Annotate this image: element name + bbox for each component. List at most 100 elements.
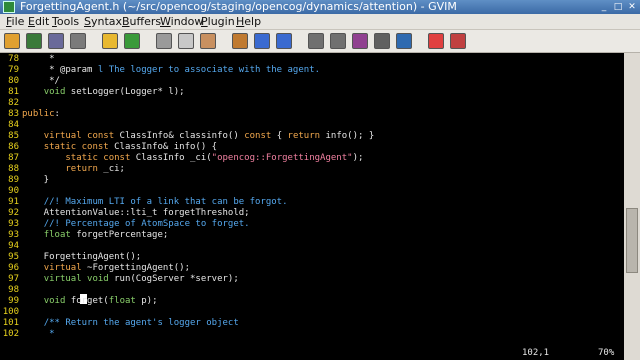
code-token: float [108, 296, 136, 306]
line-number: 95 [8, 252, 19, 262]
line-number: 82 [8, 98, 19, 108]
code-token: run(CogServer *server); [108, 274, 239, 284]
code-token: //! Percentage of AtomSpace to forget. [43, 219, 250, 229]
menu-syntax[interactable]: Syntax [84, 14, 122, 29]
code-text: * [22, 54, 60, 65]
code-token: ); [352, 153, 364, 163]
help-icon[interactable] [428, 33, 444, 49]
menu-help[interactable]: Help [236, 14, 261, 29]
redo-icon[interactable] [124, 33, 140, 49]
line-number: 97 [8, 274, 19, 284]
line-number: 99 [8, 296, 19, 306]
menu-edit[interactable]: Edit [28, 14, 49, 29]
code-token: static const [65, 153, 131, 163]
scrollbar-thumb[interactable] [626, 208, 638, 273]
code-text: return _ci; [22, 164, 125, 175]
code-text: void forget(float p); [22, 296, 158, 307]
toolbar [0, 30, 640, 53]
back-icon[interactable] [276, 33, 292, 49]
minimize-button[interactable]: _ [598, 1, 610, 13]
code-token: * [22, 54, 60, 64]
code-text: float forgetPercentage; [22, 230, 169, 241]
status-line: 102,1 70% [0, 346, 624, 360]
line-number: 100 [2, 307, 19, 317]
copy-icon[interactable] [178, 33, 194, 49]
open-icon[interactable] [4, 33, 20, 49]
code-token: return [287, 131, 321, 141]
undo-icon[interactable] [102, 33, 118, 49]
line-number: 83 [8, 109, 19, 119]
build-tags-icon[interactable] [352, 33, 368, 49]
load-session-icon[interactable] [232, 33, 248, 49]
code-token: */ [22, 76, 60, 86]
code-token: public [22, 109, 55, 119]
code-text: virtual const ClassInfo& classinfo() con… [22, 131, 375, 142]
code-text: //! Percentage of AtomSpace to forget. [22, 219, 250, 230]
code-text: } [22, 175, 49, 186]
code-text: virtual void run(CogServer *server); [22, 274, 239, 285]
run-script-icon[interactable] [308, 33, 324, 49]
code-text: void setLogger(Logger* l); [22, 87, 185, 98]
line-number: 92 [8, 208, 19, 218]
find-help-icon[interactable] [450, 33, 466, 49]
save-icon[interactable] [26, 33, 42, 49]
paste-icon[interactable] [200, 33, 216, 49]
scrollbar-corner [624, 346, 640, 360]
code-token: { [271, 131, 288, 141]
code-token: ClassInfo _ci( [130, 153, 212, 163]
line-number: 102 [2, 329, 19, 339]
code-text: * @param l The logger to associate with … [22, 65, 320, 76]
code-token: * [22, 329, 55, 339]
code-token: //! Maximum LTI of a link that can be fo… [43, 197, 288, 207]
code-token: void [43, 296, 66, 306]
line-number: 98 [8, 285, 19, 295]
maximize-button[interactable]: □ [612, 1, 624, 13]
menu-file[interactable]: File [6, 14, 24, 29]
menu-buffers[interactable]: Buffers [122, 14, 161, 29]
code-token: p); [135, 296, 158, 306]
menu-window[interactable]: Window [160, 14, 203, 29]
line-number: 90 [8, 186, 19, 196]
code-token: static const [43, 142, 109, 152]
code-token: ~ForgettingAgent(); [81, 263, 190, 273]
code-token: forget( [65, 296, 109, 306]
code-token: * @param [22, 65, 98, 75]
code-token: : [54, 109, 60, 119]
menu-plugin[interactable]: Plugin [201, 14, 235, 29]
vertical-scrollbar[interactable] [624, 53, 640, 346]
save-all-icon[interactable] [48, 33, 64, 49]
close-button[interactable]: ✕ [626, 1, 638, 13]
title-bar[interactable]: ForgettingAgent.h (~/src/opencog/staging… [0, 0, 640, 14]
menu-bar: File Edit Tools Syntax Buffers Window Pl… [0, 14, 640, 30]
jump-tag-icon[interactable] [396, 33, 412, 49]
cut-icon[interactable] [156, 33, 172, 49]
code-text: ForgettingAgent(); [22, 252, 142, 263]
cursor-position: 102,1 [522, 348, 550, 358]
print-icon[interactable] [70, 33, 86, 49]
editor-text-area[interactable]: 78 * 79 * @param l The logger to associa… [0, 53, 624, 346]
code-token: "opencog::ForgettingAgent" [211, 153, 353, 163]
menu-tools[interactable]: Tools [52, 14, 79, 29]
code-token: virtual [43, 263, 82, 273]
scroll-percent: 70% [598, 348, 615, 358]
forward-icon[interactable] [254, 33, 270, 49]
make-icon[interactable] [330, 33, 346, 49]
code-text: static const ClassInfo& info() { [22, 142, 217, 153]
code-text: virtual ~ForgettingAgent(); [22, 263, 190, 274]
line-number: 89 [8, 175, 19, 185]
line-number: 93 [8, 230, 19, 240]
line-number: 101 [2, 318, 19, 328]
code-token: } [22, 175, 50, 185]
code-token: forgetPercentage; [70, 230, 169, 240]
line-number: 78 [8, 54, 19, 64]
shell-icon[interactable] [374, 33, 390, 49]
